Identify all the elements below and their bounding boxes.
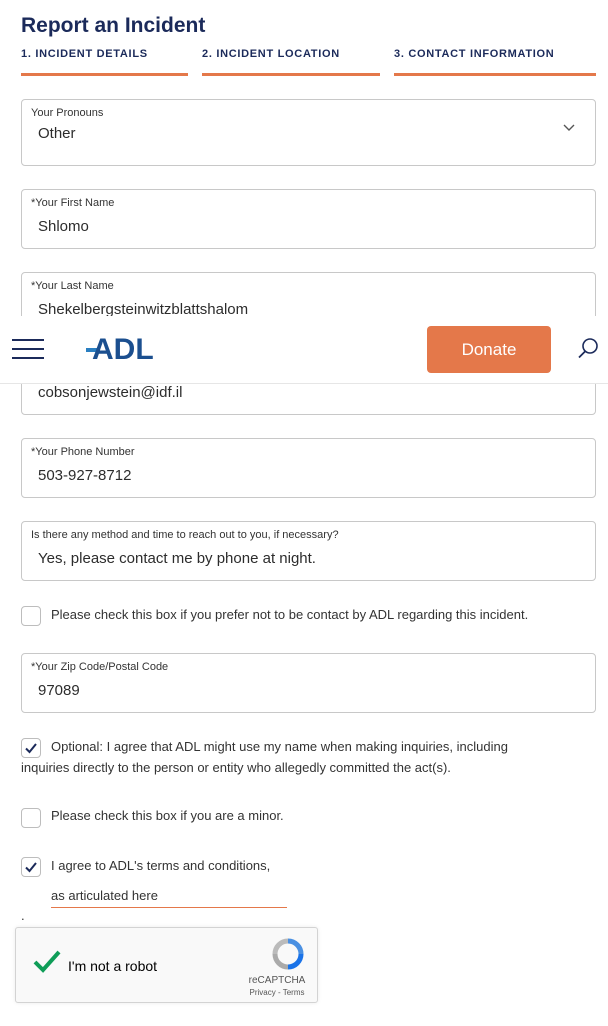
step-progress-bar xyxy=(202,73,380,76)
first-name-field[interactable]: *Your First Name Shlomo xyxy=(21,189,596,249)
zip-value: 97089 xyxy=(38,682,80,699)
captcha-label: I'm not a robot xyxy=(68,958,158,974)
zip-label: *Your Zip Code/Postal Code xyxy=(31,661,169,673)
first-name-value: Shlomo xyxy=(38,218,89,235)
captcha-checkmark-icon[interactable] xyxy=(32,948,62,976)
first-name-label: *Your First Name xyxy=(31,197,115,209)
phone-field[interactable]: *Your Phone Number 503-927-8712 xyxy=(21,438,596,498)
page-title: Report an Incident xyxy=(21,14,206,37)
terms-link[interactable]: as articulated here xyxy=(51,888,287,908)
pronouns-select[interactable]: Your Pronouns Other xyxy=(21,99,596,166)
search-icon[interactable] xyxy=(578,337,600,359)
terms-label: I agree to ADL's terms and conditions, xyxy=(51,858,271,873)
captcha-privacy-terms-link[interactable]: Privacy - Terms xyxy=(242,988,312,997)
chevron-down-icon xyxy=(563,124,575,131)
use-name-label-line2: inquiries directly to the person or enti… xyxy=(21,760,451,775)
donate-button[interactable]: Donate xyxy=(427,326,551,373)
contact-method-field[interactable]: Is there any method and time to reach ou… xyxy=(21,521,596,581)
terms-checkbox[interactable] xyxy=(21,857,41,877)
step-label: 2. INCIDENT LOCATION xyxy=(202,48,340,60)
zip-field[interactable]: *Your Zip Code/Postal Code 97089 xyxy=(21,653,596,713)
step-contact-information[interactable]: 3. CONTACT INFORMATION xyxy=(394,48,596,76)
phone-label: *Your Phone Number xyxy=(31,446,135,458)
step-label: 1. INCIDENT DETAILS xyxy=(21,48,148,60)
logo-text: ADL xyxy=(92,333,154,364)
checkmark-icon xyxy=(25,743,37,754)
contact-method-label: Is there any method and time to reach ou… xyxy=(31,529,339,541)
terms-suffix: . xyxy=(21,908,25,923)
minor-label: Please check this box if you are a minor… xyxy=(51,808,284,823)
pronouns-label: Your Pronouns xyxy=(31,107,104,119)
last-name-label: *Your Last Name xyxy=(31,280,114,292)
progress-steps: 1. INCIDENT DETAILS 2. INCIDENT LOCATION… xyxy=(21,48,596,78)
pronouns-value: Other xyxy=(38,125,76,142)
contact-method-value: Yes, please contact me by phone at night… xyxy=(38,550,316,567)
site-header: ADL Donate xyxy=(0,316,608,384)
checkmark-icon xyxy=(25,862,37,873)
step-progress-bar xyxy=(394,73,596,76)
minor-checkbox[interactable] xyxy=(21,808,41,828)
no-contact-checkbox[interactable] xyxy=(21,606,41,626)
email-value: cobsonjewstein@idf.il xyxy=(38,384,183,401)
step-progress-bar xyxy=(21,73,188,76)
step-incident-location[interactable]: 2. INCIDENT LOCATION xyxy=(202,48,380,76)
no-contact-label: Please check this box if you prefer not … xyxy=(51,607,529,622)
step-incident-details[interactable]: 1. INCIDENT DETAILS xyxy=(21,48,188,76)
use-name-label-line1: Optional: I agree that ADL might use my … xyxy=(51,739,508,754)
use-name-checkbox[interactable] xyxy=(21,738,41,758)
recaptcha-widget: I'm not a robot reCAPTCHA Privacy - Term… xyxy=(15,927,318,1003)
step-label: 3. CONTACT INFORMATION xyxy=(394,48,555,60)
adl-logo[interactable]: ADL xyxy=(86,332,166,364)
phone-value: 503-927-8712 xyxy=(38,467,132,484)
recaptcha-logo-icon xyxy=(272,938,304,970)
hamburger-icon[interactable] xyxy=(12,337,44,361)
captcha-brand: reCAPTCHA xyxy=(248,975,306,986)
